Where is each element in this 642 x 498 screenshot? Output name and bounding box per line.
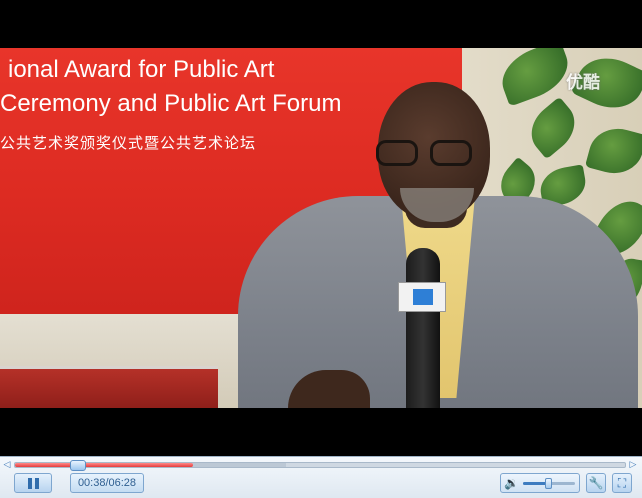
player-controls: ◁ ▷ 00:38/06:28 🔉 🔧 ⛶ — [0, 456, 642, 498]
banner-line-2: Ceremony and Public Art Forum — [0, 90, 342, 117]
youku-watermark: 优酷 — [566, 73, 600, 92]
banner-line-3: 公共艺术奖颁奖仪式暨公共艺术论坛 — [0, 135, 257, 152]
volume-handle[interactable] — [545, 478, 552, 489]
microphone-flag — [398, 282, 446, 312]
played-progress — [15, 463, 193, 467]
time-display: 00:38/06:28 — [70, 473, 144, 493]
speaker-icon[interactable]: 🔉 — [504, 476, 519, 490]
seek-back-arrow-icon[interactable]: ◁ — [2, 459, 12, 469]
video-area[interactable]: ional Award for Public Art Ceremony and … — [0, 0, 642, 456]
seek-forward-arrow-icon[interactable]: ▷ — [628, 459, 638, 469]
settings-button[interactable]: 🔧 — [586, 473, 606, 493]
seek-bar[interactable] — [14, 460, 626, 471]
video-frame: ional Award for Public Art Ceremony and … — [0, 48, 642, 408]
seek-handle[interactable] — [70, 460, 87, 471]
volume-control[interactable]: 🔉 — [500, 473, 580, 493]
pause-button[interactable] — [14, 473, 52, 493]
fullscreen-button[interactable]: ⛶ — [612, 473, 632, 493]
wrench-icon: 🔧 — [588, 476, 604, 490]
seek-area: ◁ ▷ — [0, 459, 642, 471]
display-table — [0, 366, 218, 408]
fullscreen-icon: ⛶ — [617, 476, 627, 490]
banner-line-1: ional Award for Public Art — [8, 56, 275, 83]
glasses — [376, 136, 486, 166]
volume-slider[interactable] — [523, 478, 575, 489]
microphone — [406, 248, 440, 408]
